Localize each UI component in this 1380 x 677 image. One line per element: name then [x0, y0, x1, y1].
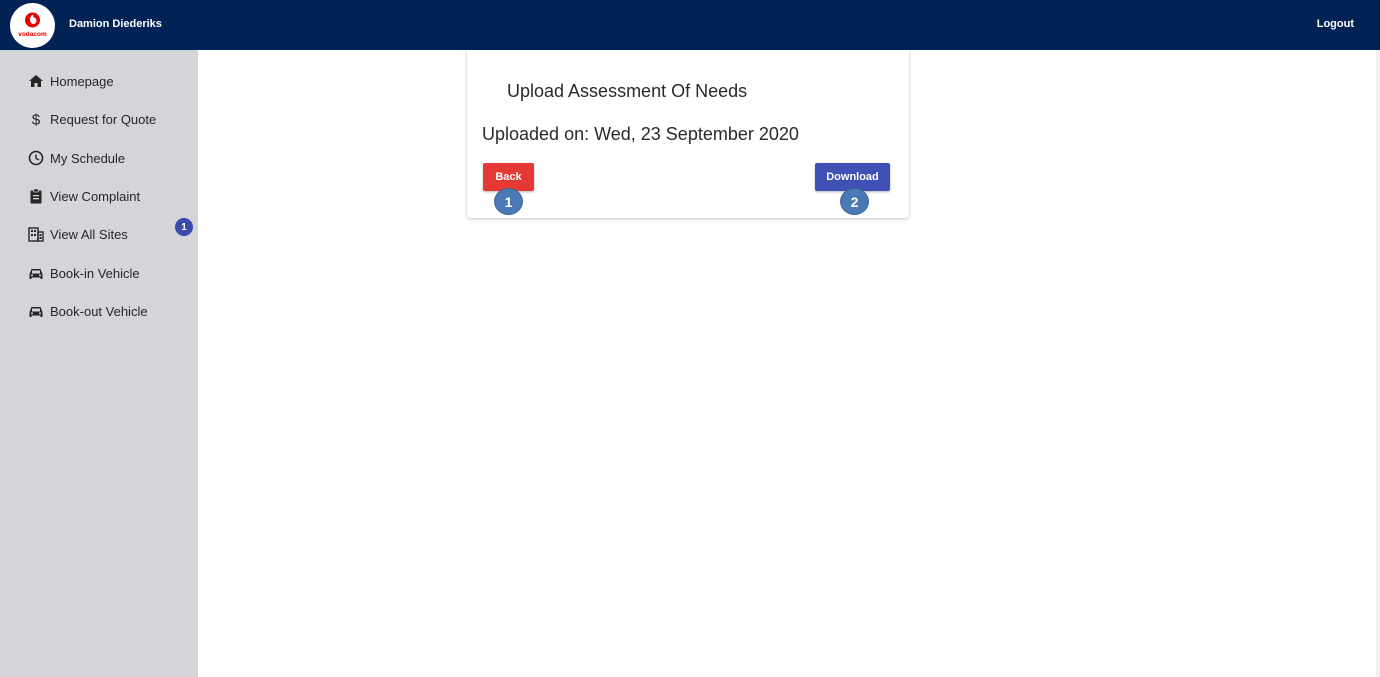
sidebar-item-label: View All Sites — [50, 226, 128, 242]
svg-text:vodacom: vodacom — [18, 31, 47, 38]
card-title: Upload Assessment Of Needs — [507, 81, 748, 101]
user-name: Damion Diederiks — [69, 18, 162, 30]
scrollbar[interactable] — [1376, 50, 1380, 677]
step-marker-1: 1 — [494, 188, 523, 215]
vodacom-logo[interactable]: vodacom — [10, 3, 55, 48]
upload-card: Upload Assessment Of Needs Uploaded on: … — [467, 50, 909, 218]
sidebar-item-label: Homepage — [50, 73, 114, 89]
sidebar-item-homepage[interactable]: Homepage — [28, 70, 114, 92]
sidebar-item-view-all-sites[interactable]: View All Sites — [28, 223, 128, 245]
sidebar-item-label: Book-out Vehicle — [50, 303, 148, 319]
dollar-icon: $ — [28, 111, 44, 128]
sidebar-item-view-complaint[interactable]: View Complaint — [28, 185, 140, 207]
sidebar: Homepage $ Request for Quote My Schedule… — [0, 50, 198, 677]
sidebar-item-my-schedule[interactable]: My Schedule — [28, 147, 125, 169]
uploaded-date: Uploaded on: Wed, 23 September 2020 — [482, 124, 799, 144]
sidebar-item-label: View Complaint — [50, 188, 141, 204]
sidebar-item-book-out-vehicle[interactable]: Book-out Vehicle — [28, 300, 148, 322]
car-icon — [28, 303, 44, 319]
sidebar-item-request-for-quote[interactable]: $ Request for Quote — [28, 108, 156, 130]
back-button[interactable]: Back — [483, 163, 534, 191]
step-marker-2: 2 — [840, 188, 869, 215]
car-icon — [28, 265, 44, 281]
sidebar-item-label: Request for Quote — [50, 111, 157, 127]
sidebar-item-label: Book-in Vehicle — [50, 265, 140, 281]
sidebar-item-label: My Schedule — [50, 150, 126, 166]
home-icon — [28, 73, 44, 89]
logout-link[interactable]: Logout — [1317, 18, 1354, 30]
sidebar-item-book-in-vehicle[interactable]: Book-in Vehicle — [28, 262, 140, 284]
svg-text:$: $ — [32, 112, 41, 128]
download-button[interactable]: Download — [815, 163, 890, 191]
top-bar: vodacom Damion Diederiks Logout — [0, 0, 1380, 50]
clipboard-icon — [28, 188, 44, 204]
clock-icon — [28, 150, 44, 166]
building-icon — [28, 226, 44, 242]
notification-badge: 1 — [175, 218, 193, 236]
